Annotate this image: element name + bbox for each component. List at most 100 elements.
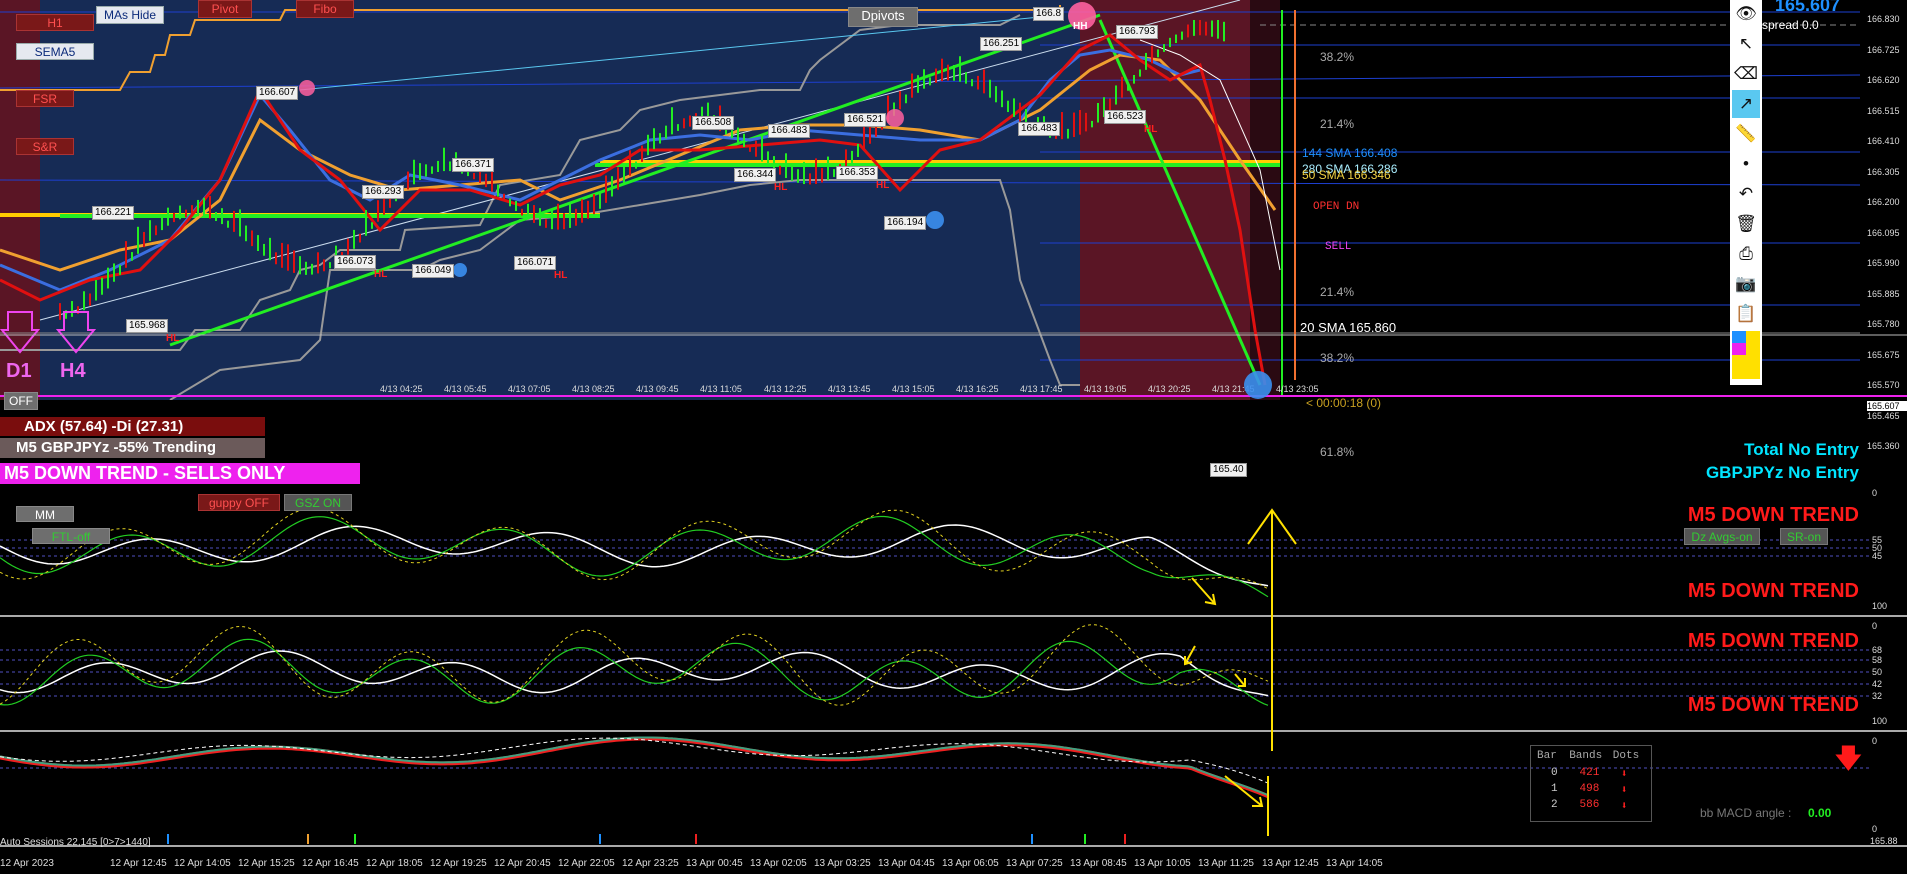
- snr-button[interactable]: S&R: [16, 138, 74, 155]
- panel-scale-tick: 0: [1872, 621, 1878, 631]
- h1-button[interactable]: H1: [16, 14, 94, 31]
- bottom-right-price: 165.88: [1870, 836, 1898, 846]
- fib-level: 21.4%: [1320, 117, 1355, 131]
- time-tick: 12 Apr 15:25: [238, 858, 295, 869]
- sma50-label: 50 SMA 166.346: [1302, 168, 1391, 182]
- swing-price-label: 166.071: [514, 256, 557, 270]
- mm-button[interactable]: MM: [16, 506, 74, 522]
- swing-marker: [886, 109, 904, 127]
- panel-scale-tick: 42: [1872, 679, 1883, 689]
- table-header: Dots: [1612, 750, 1640, 762]
- bar-cell: 1: [1551, 783, 1558, 795]
- trending-readout: M5 GBPJPYz -55% Trending: [0, 438, 265, 458]
- ftl-off-button[interactable]: FTL-off: [32, 528, 110, 544]
- eye-icon[interactable]: 👁: [1732, 0, 1760, 28]
- fsr-button[interactable]: FSR: [16, 90, 74, 107]
- price-tick: 166.515: [1867, 105, 1900, 116]
- camera-icon[interactable]: 📷: [1732, 270, 1760, 298]
- panel-scale-tick: 68: [1872, 645, 1883, 655]
- time-tick: 4/13 13:45: [828, 384, 871, 394]
- swing-price-label: 166.344: [734, 168, 777, 182]
- dpivots-button[interactable]: Dpivots: [848, 7, 918, 27]
- table-header: Bar: [1537, 750, 1557, 762]
- cursor-icon[interactable]: ↖: [1732, 30, 1760, 58]
- time-tick: 4/13 09:45: [636, 384, 679, 394]
- swing-tag-label: HL: [166, 333, 180, 344]
- oscillator-1-band: [0, 507, 1269, 590]
- price-chart-canvas[interactable]: 4/13 04:25 4/13 05:45 4/13 07:05 4/13 08:25…: [0, 0, 1907, 400]
- time-tick: 13 Apr 11:25: [1198, 858, 1254, 869]
- swing-tag-label: HH: [1073, 21, 1088, 32]
- fibo-button[interactable]: Fibo: [296, 0, 354, 18]
- time-tick: 4/13 23:05: [1276, 384, 1319, 394]
- p2-trend-top: M5 DOWN TREND: [1687, 630, 1859, 652]
- price-tick: 166.830: [1867, 14, 1900, 24]
- open-dn-label: OPEN DN: [1313, 201, 1360, 213]
- trash-icon[interactable]: 🗑: [1732, 210, 1760, 238]
- bar-cell: 0: [1551, 767, 1558, 779]
- time-tick: 13 Apr 14:05: [1326, 858, 1383, 869]
- bands-cell: 421: [1579, 767, 1600, 779]
- panel-scale-tick: 100: [1872, 716, 1888, 726]
- bid-price: 165.607: [1775, 0, 1841, 15]
- bands-table-header: Bar Bands Dots: [1531, 746, 1651, 766]
- time-tick: 4/13 08:25: [572, 384, 615, 394]
- panel-scale-tick: 45: [1872, 551, 1883, 561]
- bb-macd-label: bb MACD angle :: [1700, 806, 1792, 820]
- swing-price-label: 166.221: [92, 206, 135, 220]
- oscillator-2-signal: [0, 650, 1269, 697]
- total-no-entry: Total No Entry: [1744, 440, 1859, 459]
- mas-hide-button[interactable]: MAs Hide: [96, 6, 164, 24]
- guppy-off-button[interactable]: guppy OFF: [198, 494, 280, 511]
- eraser-icon[interactable]: ⌫: [1732, 60, 1760, 88]
- bb-macd-value: 0.00: [1808, 806, 1832, 820]
- bands-cell: 586: [1579, 799, 1600, 811]
- panel-scale-tick: 32: [1872, 691, 1883, 701]
- time-tick: 12 Apr 23:25: [622, 858, 679, 869]
- oscillator-2-band: [0, 624, 1269, 706]
- time-tick: 4/13 20:25: [1148, 384, 1191, 394]
- off-button[interactable]: OFF: [4, 392, 38, 410]
- panel-scale-tick: 58: [1872, 655, 1883, 665]
- sema5-button[interactable]: SEMA5: [16, 43, 94, 60]
- dz-avgs-on-button[interactable]: Dz Avgs-on: [1684, 528, 1760, 545]
- time-tick: 12 Apr 18:05: [366, 858, 423, 869]
- p2-guides: [0, 649, 1870, 697]
- panel-scale-tick: 0: [1872, 824, 1878, 834]
- panel-scale-tick: 0: [1872, 736, 1878, 746]
- sr-on-button[interactable]: SR-on: [1780, 528, 1828, 545]
- bottom-time-axis: 12 Apr 2023 12 Apr 12:45 12 Apr 14:05 12 Ap…: [0, 858, 1383, 869]
- p1-trend-top: M5 DOWN TREND: [1687, 504, 1859, 526]
- dot-icon[interactable]: •: [1732, 150, 1760, 178]
- ruler-icon[interactable]: 📏: [1732, 120, 1760, 148]
- price-tick: 166.305: [1867, 166, 1900, 177]
- trend-banner: M5 DOWN TREND - SELLS ONLY: [0, 463, 360, 484]
- swing-marker: [453, 263, 467, 277]
- price-tick: 165.607: [1867, 401, 1907, 411]
- swing-tag-label: HL: [374, 269, 388, 280]
- price-tick: 166.725: [1867, 44, 1900, 55]
- palette-icon[interactable]: [1732, 330, 1760, 380]
- pivot-button[interactable]: Pivot: [198, 0, 252, 18]
- printer-icon[interactable]: ⎙: [1732, 240, 1760, 268]
- main-price-chart[interactable]: 4/13 04:25 4/13 05:45 4/13 07:05 4/13 08:25…: [0, 0, 1907, 484]
- swing-tag-label: HL: [774, 182, 788, 193]
- session-zone-dark: [1250, 0, 1280, 400]
- gsz-on-button[interactable]: GSZ ON: [284, 494, 352, 511]
- price-tick: 165.780: [1867, 319, 1900, 329]
- undo-icon[interactable]: ↶: [1732, 180, 1760, 208]
- swing-price-label: 166.508: [692, 116, 735, 130]
- macd-dots-line: [0, 736, 1269, 799]
- line-arrow-icon[interactable]: ↗: [1732, 90, 1760, 118]
- time-tick: 13 Apr 07:25: [1006, 858, 1063, 869]
- swing-tag-label: HL: [554, 270, 568, 281]
- swing-price-label: 166.073: [334, 255, 377, 269]
- clipboard-icon[interactable]: 📋: [1732, 300, 1760, 328]
- swing-price-label: 166.251: [980, 37, 1023, 51]
- time-tick: 12 Apr 22:05: [558, 858, 615, 869]
- time-tick: 13 Apr 02:05: [750, 858, 807, 869]
- pair-no-entry: GBPJPYz No Entry: [1705, 463, 1859, 482]
- table-row: 1 498 ⬇: [1531, 782, 1651, 798]
- spread-readout: spread 0.0: [1762, 18, 1819, 32]
- swing-price-label: 166.521: [844, 113, 887, 127]
